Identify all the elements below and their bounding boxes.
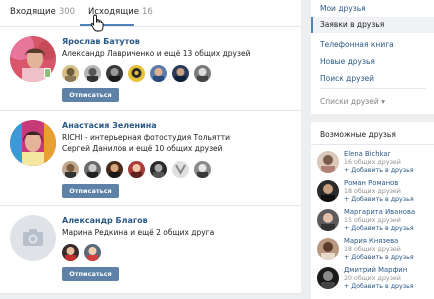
possible-friends-block: Возможные друзья Elena Bichkar 16 общих …	[311, 122, 434, 299]
unsubscribe-button[interactable]: Отписаться	[62, 88, 119, 102]
possible-friend-name[interactable]: Роман Романов	[344, 179, 398, 187]
avatar[interactable]	[106, 65, 123, 82]
chevron-down-icon: ▾	[381, 97, 385, 106]
tab-incoming-label: Входящие	[10, 7, 56, 17]
request-item: Александр Благов Марина Редкина и ещё 2 …	[0, 206, 301, 294]
tab-incoming[interactable]: Входящие 300	[10, 7, 75, 17]
possible-friend-name[interactable]: Дмитрий Марфин	[344, 266, 407, 274]
avatar[interactable]	[172, 161, 189, 178]
possible-friend-name[interactable]: Маргарита Иванова	[344, 208, 415, 216]
menu-item-my-friends[interactable]: Мои друзья	[311, 1, 434, 17]
menu-item-phone-book[interactable]: Телефонная книга	[311, 37, 434, 53]
tab-outgoing-count: 16	[142, 7, 153, 17]
avatar[interactable]	[84, 244, 101, 261]
menu-item-find-friends[interactable]: Поиск друзей	[311, 71, 434, 87]
avatar[interactable]	[150, 65, 167, 82]
mutual-friends-count[interactable]: 20 общих друзей	[344, 275, 401, 282]
possible-friend-name[interactable]: Elena Bichkar	[344, 150, 390, 158]
avatar[interactable]	[62, 244, 79, 261]
avatar[interactable]	[317, 267, 339, 289]
section-gap	[0, 294, 301, 299]
possible-friend-item: Мария Князева 18 общих друзей + Добавить…	[311, 237, 434, 269]
friend-requests-panel: Входящие 300 Исходящие 16 Ярослав Батутов …	[0, 0, 301, 299]
menu-item-friend-lists[interactable]: Списки друзей ▾	[311, 94, 434, 110]
mutual-friends-count[interactable]: 16 общих друзей	[344, 159, 401, 166]
mutual-friends-count[interactable]: 15 общих друзей	[344, 217, 401, 224]
mutual-friends-count[interactable]: 18 общих друзей	[344, 246, 401, 253]
friends-menu: Мои друзья Заявки в друзья Телефонная кн…	[311, 0, 434, 114]
avatar[interactable]	[194, 65, 211, 82]
tab-incoming-count: 300	[58, 7, 76, 17]
avatar[interactable]	[317, 238, 339, 260]
friend-workplace[interactable]: RICHI - интерьерная фотостудия Тольятти	[62, 133, 230, 142]
avatar[interactable]	[62, 161, 79, 178]
add-friend-link[interactable]: + Добавить в друзья	[344, 283, 414, 290]
add-friend-link[interactable]: + Добавить в друзья	[344, 225, 414, 232]
avatar[interactable]	[172, 65, 189, 82]
avatar-photo-icon	[10, 120, 56, 166]
possible-friend-item: Elena Bichkar 16 общих друзей + Добавить…	[311, 150, 434, 182]
mutual-friends-text[interactable]: Марина Редкина и ещё 2 общих друга	[62, 228, 214, 237]
avatar[interactable]	[84, 65, 101, 82]
add-friend-link[interactable]: + Добавить в друзья	[344, 196, 414, 203]
avatar[interactable]	[128, 161, 145, 178]
possible-friend-name[interactable]: Мария Князева	[344, 237, 398, 245]
avatar[interactable]	[317, 151, 339, 173]
possible-friend-item: Роман Романов 18 общих друзей + Добавить…	[311, 179, 434, 211]
add-friend-link[interactable]: + Добавить в друзья	[344, 254, 414, 261]
request-item: Анастасия Зеленина RICHI - интерьерная ф…	[0, 111, 301, 206]
possible-friend-item: Маргарита Иванова 15 общих друзей + Доба…	[311, 208, 434, 240]
friend-name[interactable]: Анастасия Зеленина	[62, 121, 157, 130]
mutual-friends-text[interactable]: Александр Лавриченко и ещё 13 общих друз…	[62, 49, 250, 58]
camera-icon	[23, 229, 43, 246]
menu-divider	[320, 88, 426, 89]
possible-friends-title[interactable]: Возможные друзья	[320, 130, 396, 139]
avatar[interactable]	[62, 65, 79, 82]
possible-friend-item: Дмитрий Марфин 20 общих друзей + Добавит…	[311, 266, 434, 298]
unsubscribe-button[interactable]: Отписаться	[62, 267, 119, 281]
friend-name[interactable]: Ярослав Батутов	[62, 37, 140, 46]
friend-name[interactable]: Александр Благов	[62, 216, 148, 225]
requests-tabs: Входящие 300 Исходящие 16	[0, 0, 301, 32]
divider	[311, 144, 434, 145]
menu-item-new-friends[interactable]: Новые друзья	[311, 54, 434, 70]
menu-item-friend-requests[interactable]: Заявки в друзья	[311, 17, 434, 33]
unsubscribe-button[interactable]: Отписаться	[62, 184, 119, 198]
mobile-online-icon	[44, 68, 51, 78]
avatar[interactable]	[194, 161, 211, 178]
avatar[interactable]	[128, 65, 145, 82]
mutual-friends-text[interactable]: Сергей Данилов и ещё 10 общих друзей	[62, 144, 223, 153]
avatar[interactable]	[106, 161, 123, 178]
avatar[interactable]	[10, 215, 56, 261]
avatar[interactable]	[150, 161, 167, 178]
request-item: Ярослав Батутов Александр Лавриченко и е…	[0, 27, 301, 111]
active-tab-indicator	[80, 24, 134, 26]
mutual-friends-count[interactable]: 18 общих друзей	[344, 188, 401, 195]
friend-lists-label: Списки друзей	[320, 97, 379, 106]
avatar[interactable]	[317, 180, 339, 202]
add-friend-link[interactable]: + Добавить в друзья	[344, 167, 414, 174]
avatar[interactable]	[317, 209, 339, 231]
avatar[interactable]	[10, 120, 56, 166]
avatar[interactable]	[84, 161, 101, 178]
